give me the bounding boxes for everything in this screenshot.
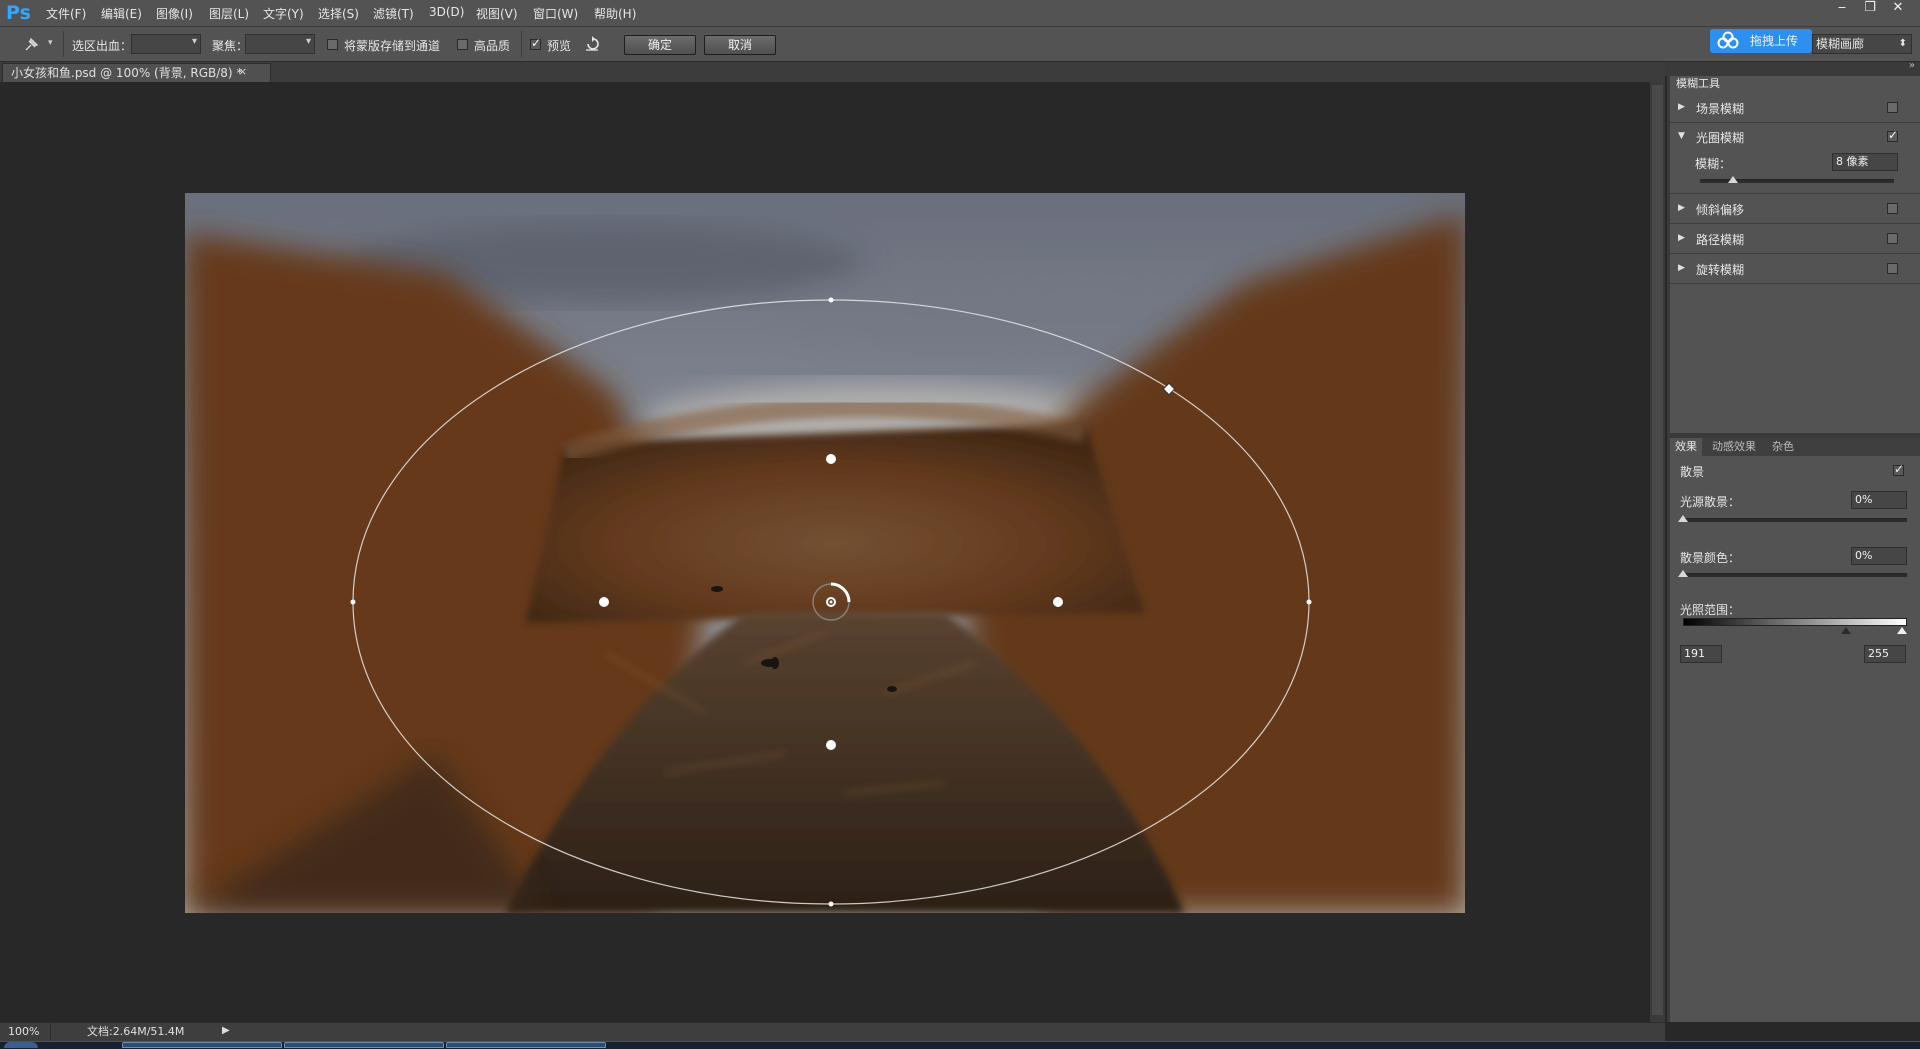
minimize-button[interactable]: ‒: [1828, 0, 1856, 18]
tab-motion-effects[interactable]: 动感效果: [1707, 438, 1761, 456]
light-bokeh-slider-thumb[interactable]: [1678, 515, 1688, 522]
bokeh-color-slider[interactable]: [1683, 573, 1907, 577]
document-size[interactable]: 文档:2.64M/51.4M: [50, 1023, 230, 1041]
menu-image[interactable]: 图像(I): [156, 5, 193, 22]
updown-arrows-icon: ⬍: [1898, 38, 1907, 49]
panel-collapse-bar[interactable]: »: [1665, 60, 1920, 76]
chevron-down-icon: ▾: [305, 36, 311, 47]
bokeh-checkbox[interactable]: [1893, 462, 1904, 476]
menu-edit[interactable]: 编辑(E): [101, 5, 142, 22]
menu-window[interactable]: 窗口(W): [533, 5, 578, 22]
tab-close-icon[interactable]: ×: [238, 65, 247, 78]
preview-label: 预览: [547, 39, 572, 53]
chevron-down-icon: ▾: [191, 36, 197, 47]
blur-item-path[interactable]: ▶ 路径模糊: [1670, 225, 1920, 254]
close-button[interactable]: ✕: [1884, 0, 1912, 18]
light-range-high-field[interactable]: 255: [1864, 645, 1906, 663]
workspace-select[interactable]: 模糊画廊 ⬍: [1812, 34, 1912, 54]
bokeh-color-label: 散景颜色：: [1680, 551, 1741, 565]
save-mask-label: 将蒙版存储到通道: [344, 39, 441, 53]
menu-help[interactable]: 帮助(H): [594, 5, 636, 22]
menu-file[interactable]: 文件(F): [46, 5, 86, 22]
zoom-level-field[interactable]: 100%: [0, 1023, 48, 1041]
field-blur-checkbox[interactable]: [1887, 102, 1898, 113]
blur-item-spin[interactable]: ▶ 旋转模糊: [1670, 255, 1920, 284]
light-bokeh-label: 光源散景：: [1680, 495, 1741, 509]
menu-layer[interactable]: 图层(L): [209, 5, 249, 22]
tilt-shift-checkbox[interactable]: [1887, 203, 1898, 214]
light-range-label: 光照范围：: [1680, 603, 1741, 617]
focus-field[interactable]: ▾: [245, 34, 315, 54]
light-range-high-thumb[interactable]: [1897, 627, 1907, 634]
ok-button[interactable]: 确定: [624, 35, 696, 55]
status-menu-arrow-icon[interactable]: ▶: [222, 1025, 230, 1036]
effects-panel: [1670, 438, 1920, 1022]
light-bokeh-slider[interactable]: [1683, 518, 1907, 522]
start-orb-icon[interactable]: [4, 1042, 38, 1048]
light-range-low-field[interactable]: 191: [1680, 645, 1722, 663]
reset-icon[interactable]: [583, 35, 601, 53]
menu-filter[interactable]: 滤镜(T): [373, 5, 414, 22]
save-mask-checkbox[interactable]: [327, 39, 338, 50]
light-range-gradient[interactable]: [1683, 618, 1907, 626]
blur-amount-slider-thumb[interactable]: [1727, 176, 1738, 183]
menu-3d[interactable]: 3D(D): [429, 5, 464, 19]
collapse-triangle-icon[interactable]: ▼: [1678, 131, 1685, 141]
taskbar-item[interactable]: [122, 1042, 282, 1048]
blur-item-field[interactable]: ▶ 场景模糊: [1670, 94, 1920, 123]
blur-item-tilt-shift[interactable]: ▶ 倾斜偏移: [1670, 195, 1920, 224]
spin-blur-checkbox[interactable]: [1887, 263, 1898, 274]
expand-triangle-icon[interactable]: ▶: [1678, 203, 1685, 213]
bokeh-color-field[interactable]: 0%: [1851, 547, 1907, 565]
expand-triangle-icon[interactable]: ▶: [1678, 102, 1685, 112]
blur-item-label: 场景模糊: [1696, 102, 1745, 116]
tool-preset-dropdown-icon[interactable]: ▾: [48, 38, 53, 48]
cornfield-photo: [185, 193, 1465, 913]
high-quality-label: 高品质: [474, 39, 511, 53]
window-controls: ‒ ❐ ✕: [1828, 0, 1912, 20]
document-tab[interactable]: 小女孩和鱼.psd @ 100% (背景, RGB/8) *: [2, 63, 272, 83]
blur-amount-field[interactable]: 8 像素: [1832, 153, 1898, 171]
cancel-button[interactable]: 取消: [704, 35, 776, 55]
menu-select[interactable]: 选择(S): [318, 5, 359, 22]
taskbar-item[interactable]: [284, 1042, 444, 1048]
expand-triangle-icon[interactable]: ▶: [1678, 233, 1685, 243]
iris-blur-checkbox[interactable]: [1887, 128, 1898, 142]
path-blur-checkbox[interactable]: [1887, 233, 1898, 244]
menu-view[interactable]: 视图(V): [476, 5, 518, 22]
collapse-arrows-icon: »: [1908, 60, 1915, 71]
light-range-low-thumb[interactable]: [1841, 627, 1851, 634]
selection-bleed-field[interactable]: ▾: [131, 34, 201, 54]
separator: [63, 31, 64, 57]
taskbar-item[interactable]: [446, 1042, 606, 1048]
status-bar: [0, 1022, 1665, 1042]
tab-blur-tools[interactable]: 模糊工具: [1670, 76, 1726, 92]
blur-amount-label: 模糊：: [1695, 157, 1732, 171]
bokeh-label: 散景: [1680, 465, 1705, 479]
expand-triangle-icon[interactable]: ▶: [1678, 263, 1685, 273]
blur-item-label: 旋转模糊: [1696, 263, 1745, 277]
scrollbar-thumb[interactable]: [1652, 85, 1663, 1015]
focus-label: 聚焦：: [212, 39, 249, 53]
separator: [521, 31, 522, 57]
bokeh-color-slider-thumb[interactable]: [1678, 570, 1688, 577]
high-quality-checkbox[interactable]: [457, 39, 468, 50]
tab-noise[interactable]: 杂色: [1767, 438, 1799, 456]
selection-bleed-label: 选区出血：: [72, 39, 133, 53]
document-canvas[interactable]: [185, 193, 1465, 913]
blur-item-label: 路径模糊: [1696, 233, 1745, 247]
pin-icon[interactable]: [22, 36, 40, 54]
blur-item-label: 倾斜偏移: [1696, 203, 1745, 217]
preview-checkbox[interactable]: [530, 36, 541, 50]
tab-effects[interactable]: 效果: [1670, 438, 1702, 456]
blur-item-label: 光圈模糊: [1696, 131, 1745, 145]
cloud-icon: [1717, 31, 1739, 49]
workspace-select-value: 模糊画廊: [1816, 37, 1865, 51]
restore-button[interactable]: ❐: [1856, 0, 1884, 18]
app-logo: Ps: [6, 2, 31, 24]
menu-type[interactable]: 文字(Y): [263, 5, 304, 22]
light-bokeh-field[interactable]: 0%: [1851, 491, 1907, 509]
